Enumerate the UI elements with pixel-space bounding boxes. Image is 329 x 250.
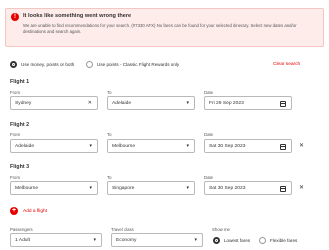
flight-3-date-input[interactable]: Sat 30 Sep 2023 xyxy=(204,181,292,195)
flight-2-to-value: Melbourne xyxy=(112,143,136,149)
flight-1-to-label: To xyxy=(107,90,112,95)
flight-1-to-select[interactable]: Adelaide ▾ xyxy=(107,96,195,110)
flight-3-from-label: From xyxy=(10,175,21,180)
flight-1-date-label: Date xyxy=(204,90,214,95)
flight-2-to-label: To xyxy=(107,132,112,137)
radio-lowest-fares-label[interactable]: Lowest fares xyxy=(224,238,250,243)
chevron-down-icon: ▾ xyxy=(194,237,197,243)
flight-3-to-value: Singapore xyxy=(112,185,135,191)
travel-class-value: Economy xyxy=(116,237,137,243)
flight-1-from-input[interactable]: Sydney ✕ xyxy=(10,96,98,110)
flight-1-date-value: Fri 29 Sep 2023 xyxy=(209,100,244,106)
alert-title: It looks like something went wrong there xyxy=(23,13,132,19)
flight-1-from-value: Sydney xyxy=(15,100,32,106)
plus-icon: + xyxy=(10,207,18,215)
chevron-down-icon: ▾ xyxy=(186,143,189,149)
passengers-label: Passengers xyxy=(10,227,33,232)
warning-icon: ! xyxy=(11,13,19,21)
passengers-select[interactable]: 1 Adult ▾ xyxy=(10,233,102,247)
flight-2-date-value: Sat 30 Sep 2023 xyxy=(209,143,246,149)
flight-1-from-label: From xyxy=(10,90,21,95)
radio-use-money[interactable] xyxy=(10,61,17,68)
flight-2-heading: Flight 2 xyxy=(10,122,30,128)
remove-flight-3-button[interactable]: ✕ xyxy=(299,184,304,192)
flight-2-from-value: Adelaide xyxy=(15,143,35,149)
clear-icon[interactable]: ✕ xyxy=(88,100,92,106)
chevron-down-icon: ▾ xyxy=(93,237,96,243)
travel-class-select[interactable]: Economy ▾ xyxy=(111,233,203,247)
flight-1-to-value: Adelaide xyxy=(112,100,132,106)
flight-2-from-select[interactable]: Adelaide ▾ xyxy=(10,139,98,153)
alert-message: We are unable to find recommendations fo… xyxy=(23,23,297,35)
flight-2-date-input[interactable]: Sat 30 Sep 2023 xyxy=(204,139,292,153)
chevron-down-icon: ▾ xyxy=(186,185,189,191)
flight-1-heading: Flight 1 xyxy=(10,79,30,85)
radio-flexible-fares-label[interactable]: Flexible fares xyxy=(270,238,297,243)
calendar-icon xyxy=(280,100,286,107)
flight-3-from-value: Melbourne xyxy=(15,185,39,191)
remove-flight-2-button[interactable]: ✕ xyxy=(299,142,304,150)
radio-flexible-fares[interactable] xyxy=(259,237,266,244)
calendar-icon xyxy=(280,143,286,150)
show-me-label: Show me xyxy=(212,227,230,232)
travel-class-label: Travel class xyxy=(111,227,134,232)
radio-use-points-label[interactable]: Use points - Classic Flight Rewards only xyxy=(97,62,179,67)
radio-lowest-fares[interactable] xyxy=(213,237,220,244)
chevron-down-icon: ▾ xyxy=(89,185,92,191)
flight-3-to-label: To xyxy=(107,175,112,180)
calendar-icon xyxy=(280,185,286,192)
radio-use-points[interactable] xyxy=(86,61,93,68)
error-alert: ! It looks like something went wrong the… xyxy=(5,8,324,47)
clear-search-link[interactable]: Clear search xyxy=(273,62,300,67)
flight-2-date-label: Date xyxy=(204,132,214,137)
add-flight-label[interactable]: Add a flight xyxy=(23,209,47,214)
flight-2-from-label: From xyxy=(10,132,21,137)
chevron-down-icon: ▾ xyxy=(186,100,189,106)
flight-2-to-select[interactable]: Melbourne ▾ xyxy=(107,139,195,153)
flight-1-date-input[interactable]: Fri 29 Sep 2023 xyxy=(204,96,292,110)
passengers-value: 1 Adult xyxy=(15,237,30,243)
radio-use-money-label[interactable]: Use money, points or both xyxy=(21,62,74,67)
flight-3-to-select[interactable]: Singapore ▾ xyxy=(107,181,195,195)
flight-3-date-label: Date xyxy=(204,175,214,180)
flight-3-heading: Flight 3 xyxy=(10,164,30,170)
chevron-down-icon: ▾ xyxy=(89,143,92,149)
flight-3-date-value: Sat 30 Sep 2023 xyxy=(209,185,246,191)
flight-3-from-select[interactable]: Melbourne ▾ xyxy=(10,181,98,195)
